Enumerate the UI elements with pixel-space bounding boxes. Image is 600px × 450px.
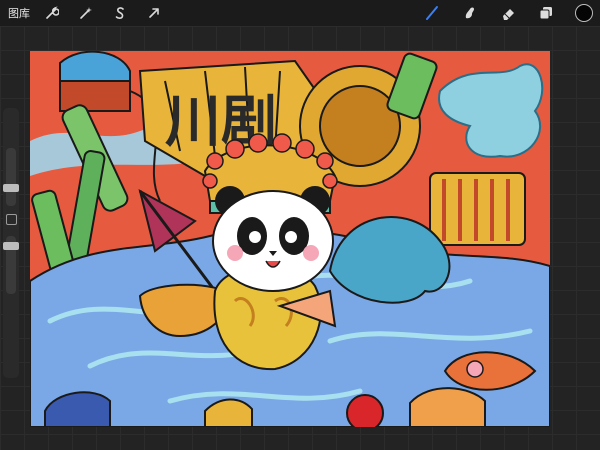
- opacity-handle[interactable]: [3, 242, 19, 250]
- current-color-swatch: [575, 4, 593, 22]
- selection-s-icon[interactable]: [110, 3, 130, 23]
- artwork-illustration: 川剧: [30, 51, 550, 427]
- adjustments-magic-wand-icon[interactable]: [76, 3, 96, 23]
- transform-arrow-icon[interactable]: [144, 3, 164, 23]
- actions-wrench-icon[interactable]: [42, 3, 62, 23]
- right-tool-group: [422, 3, 594, 23]
- eraser-icon[interactable]: [498, 3, 518, 23]
- top-toolbar: 图库: [0, 0, 600, 26]
- left-tool-group: [42, 3, 164, 23]
- side-panel: [3, 108, 19, 378]
- brush-size-handle[interactable]: [3, 184, 19, 192]
- color-picker-button[interactable]: [574, 3, 594, 23]
- smudge-icon[interactable]: [460, 3, 480, 23]
- gallery-button[interactable]: 图库: [8, 5, 30, 21]
- layers-icon[interactable]: [536, 3, 556, 23]
- brush-size-slider[interactable]: [6, 148, 16, 206]
- brush-icon[interactable]: [422, 3, 442, 23]
- drawing-canvas[interactable]: 川剧: [30, 51, 550, 427]
- modify-button[interactable]: [6, 214, 17, 225]
